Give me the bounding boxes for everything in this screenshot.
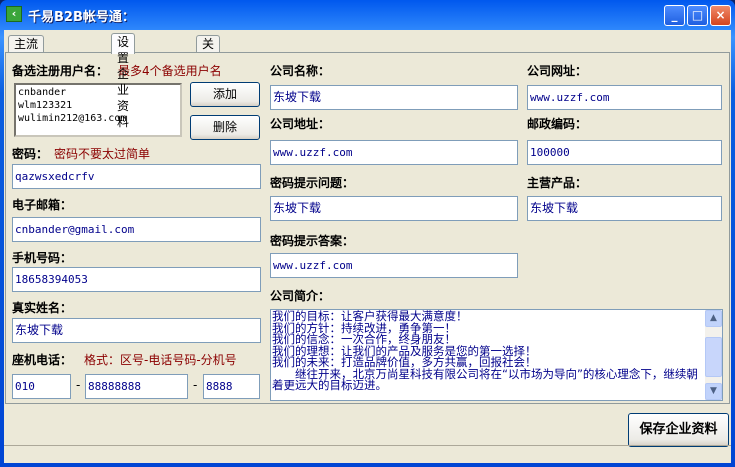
app-icon: ‹	[6, 6, 22, 22]
products-input[interactable]: 东坡下载	[527, 196, 722, 221]
address-label: 公司地址：	[270, 117, 331, 131]
usernames-hint: 最多4个备选用户名	[118, 64, 222, 78]
email-input[interactable]: cnbander@gmail.com	[12, 217, 261, 242]
phone-area-input[interactable]: 010	[12, 374, 71, 399]
phone-ext-input[interactable]: 8888	[203, 374, 260, 399]
postcode-label: 邮政编码：	[527, 117, 588, 131]
client-area: 主流B2B平台列表 设置企业资料 关于软件 备选注册用户名： 最多4个备选用户名…	[4, 30, 731, 463]
realname-label: 真实姓名：	[12, 301, 73, 315]
close-button[interactable]: ×	[710, 5, 731, 26]
question-input[interactable]: 东坡下载	[270, 196, 518, 221]
company-name-input[interactable]: 东坡下载	[270, 85, 518, 110]
phone-hint: 格式：区号-电话号码-分机号	[84, 353, 237, 367]
title-bar[interactable]: ‹ 千易B2B帐号通： _ □ ×	[0, 0, 735, 30]
password-label: 密码：	[12, 147, 49, 161]
password-hint: 密码不要太过简单	[54, 147, 151, 161]
maximize-button[interactable]: □	[687, 5, 708, 26]
answer-input[interactable]: www.uzzf.com	[270, 253, 518, 278]
company-profile-panel: 备选注册用户名： 最多4个备选用户名 cnbander wlm123321 wu…	[5, 52, 730, 404]
tab-platform-list[interactable]: 主流B2B平台列表	[8, 35, 45, 99]
tab-about[interactable]: 关于软件	[196, 35, 221, 99]
question-label: 密码提示问题：	[270, 176, 355, 190]
scroll-down-icon[interactable]: ▼	[705, 383, 722, 400]
company-name-label: 公司名称：	[270, 64, 331, 78]
scroll-up-icon[interactable]: ▲	[705, 310, 722, 327]
intro-label: 公司简介：	[270, 289, 331, 303]
list-item[interactable]: wulimin212@163.com	[18, 112, 178, 125]
list-item[interactable]: wlm123321	[18, 99, 178, 112]
dash: -	[193, 378, 198, 392]
mobile-input[interactable]: 18658394053	[12, 267, 261, 292]
usernames-list[interactable]: cnbander wlm123321 wulimin212@163.com	[14, 83, 182, 137]
scroll-thumb[interactable]	[705, 337, 722, 377]
website-label: 公司网址：	[527, 64, 588, 78]
intro-textarea[interactable]: 我们的目标：让客户获得最大满意度！ 我们的方针：持续改进，勇争第一！ 我们的信念…	[270, 309, 723, 401]
phone-number-input[interactable]: 88888888	[85, 374, 188, 399]
answer-label: 密码提示答案：	[270, 234, 355, 248]
website-input[interactable]: www.uzzf.com	[527, 85, 722, 110]
postcode-input[interactable]: 100000	[527, 140, 722, 165]
address-input[interactable]: www.uzzf.com	[270, 140, 518, 165]
delete-button[interactable]: 删除	[190, 115, 260, 140]
phone-label: 座机电话：	[12, 353, 73, 367]
intro-line: 继往开来，北京万尚星科技有限公司将在“以市场为导向”的核心理念下，继续朝着更远大…	[272, 366, 698, 392]
password-input[interactable]: qazwsxedcrfv	[12, 164, 261, 189]
dash: -	[76, 378, 81, 392]
mobile-label: 手机号码：	[12, 251, 73, 265]
status-bar	[4, 445, 731, 463]
minimize-button[interactable]: _	[664, 5, 685, 26]
window: ‹ 千易B2B帐号通： _ □ × 主流B2B平台列表 设置企业资料 关于软件 …	[0, 0, 735, 467]
email-label: 电子邮箱：	[12, 198, 73, 212]
list-item[interactable]: cnbander	[18, 86, 178, 99]
tab-company-profile[interactable]: 设置企业资料	[111, 33, 136, 129]
add-button[interactable]: 添加	[190, 82, 260, 107]
save-profile-button[interactable]: 保存企业资料	[628, 413, 729, 447]
scrollbar[interactable]: ▲ ▼	[705, 310, 722, 400]
products-label: 主营产品：	[527, 176, 588, 190]
realname-input[interactable]: 东坡下载	[12, 318, 261, 343]
window-title: 千易B2B帐号通：	[28, 10, 135, 25]
usernames-label: 备选注册用户名：	[12, 64, 109, 78]
